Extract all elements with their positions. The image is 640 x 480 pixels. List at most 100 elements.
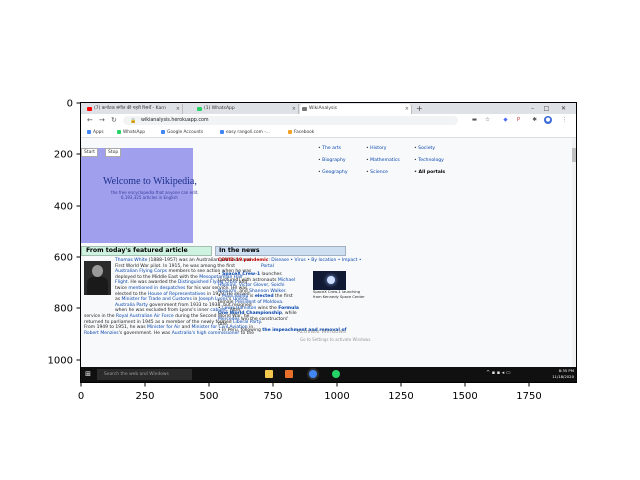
portal-all-portals[interactable]: • All portals bbox=[414, 170, 445, 175]
lock-icon: 🔒 bbox=[130, 118, 137, 124]
spacex-caption: SpaceX Crew-1 launching from Kennedy Spa… bbox=[313, 290, 365, 299]
portal-the-arts[interactable]: • The arts bbox=[318, 146, 341, 151]
close-icon[interactable]: × bbox=[405, 104, 409, 114]
article-link[interactable]: mentioned in despatches bbox=[128, 286, 185, 291]
clock[interactable]: 8:35 PM 11/18/2020 bbox=[552, 368, 574, 379]
article-link[interactable]: Victor Glover bbox=[239, 283, 268, 288]
back-icon[interactable]: ← bbox=[87, 115, 93, 126]
menu-icon[interactable]: ⋮ bbox=[561, 116, 568, 124]
close-window-button[interactable]: ✕ bbox=[556, 103, 571, 114]
start-button[interactable]: Start bbox=[81, 148, 98, 157]
globe-icon bbox=[302, 107, 307, 111]
tab-karnatak[interactable]: (7) कर्नाटक संगीत की गहरी रिसर्चें - Kar… bbox=[85, 104, 183, 114]
y-tick-label: 800 bbox=[54, 304, 73, 315]
y-tick-label: 400 bbox=[54, 202, 73, 213]
stop-button[interactable]: Stop bbox=[105, 148, 122, 157]
article-link[interactable]: Royal Australian Air Force bbox=[116, 314, 174, 319]
windows-start-icon[interactable]: ⊞ bbox=[84, 370, 92, 378]
article-link[interactable]: Robert Menzies bbox=[84, 331, 119, 336]
text-run: female bbox=[218, 300, 235, 305]
y-tick-label: 200 bbox=[54, 150, 73, 161]
text-run: twice bbox=[115, 286, 129, 291]
tab-whatsapp[interactable]: (1) WhatsApp × bbox=[195, 104, 299, 114]
bookmark-google-accounts[interactable]: Google Accounts bbox=[161, 127, 203, 138]
article-link[interactable]: House of Representatives bbox=[148, 292, 206, 297]
taskbar-search-input[interactable]: Search the web and Windows bbox=[97, 369, 192, 380]
bookmark-label: Apps bbox=[93, 130, 104, 135]
portal-label: The arts bbox=[322, 146, 342, 151]
minimize-button[interactable]: – bbox=[525, 103, 540, 114]
whatsapp-icon bbox=[197, 107, 202, 111]
new-tab-button[interactable]: + bbox=[416, 103, 423, 114]
whatsapp-icon[interactable] bbox=[332, 370, 340, 378]
portal-geography[interactable]: • Geography bbox=[318, 170, 348, 175]
portal-label: Society bbox=[418, 146, 436, 151]
tab-wikianalysis[interactable]: WikiAnalysis × bbox=[300, 104, 412, 114]
maximize-button[interactable]: □ bbox=[539, 103, 554, 114]
article-link[interactable]: SpaceX Crew-1 bbox=[222, 272, 260, 277]
whatsapp-icon bbox=[117, 129, 121, 134]
avatar[interactable]: ● bbox=[544, 116, 552, 124]
close-icon[interactable]: × bbox=[292, 104, 296, 114]
portal-label: Geography bbox=[322, 170, 348, 175]
featured-portrait[interactable] bbox=[84, 261, 111, 295]
article-link[interactable]: elected bbox=[255, 294, 274, 299]
text-run: title. bbox=[218, 322, 229, 328]
tab-bar: (7) कर्नाटक संगीत की गहरी रिसर्चें - Kar… bbox=[81, 103, 576, 114]
scrollbar[interactable] bbox=[572, 138, 576, 367]
puzzle-icon[interactable]: ✱ bbox=[531, 116, 538, 124]
reload-icon[interactable]: ↻ bbox=[111, 115, 117, 126]
article-link[interactable]: One World Championship bbox=[218, 311, 282, 316]
portal-biography[interactable]: • Biography bbox=[318, 158, 346, 163]
screenshot: (7) कर्नाटक संगीत की गहरी रिसर्चें - Kar… bbox=[81, 103, 576, 382]
text-run: . He was awarded the bbox=[127, 280, 178, 286]
url-input[interactable]: 🔒 wikianalysis.herokuapp.com bbox=[123, 116, 458, 125]
article-link[interactable]: Hopkins bbox=[218, 283, 236, 288]
page-content: Start Stop Welcome to Wikipedia, the fre… bbox=[81, 138, 576, 367]
tab-label: WikiAnalysis bbox=[309, 106, 337, 111]
portal-society[interactable]: • Society bbox=[414, 146, 435, 151]
y-tick-label: 1000 bbox=[48, 356, 73, 367]
extension-icon[interactable]: ◆ bbox=[502, 116, 509, 124]
bookmark-whatsapp[interactable]: WhatsApp bbox=[117, 127, 145, 138]
forward-icon[interactable]: → bbox=[99, 115, 105, 126]
portal-technology[interactable]: • Technology bbox=[414, 158, 444, 163]
youtube-icon bbox=[87, 107, 92, 111]
portal-label: All portals bbox=[418, 170, 446, 175]
bookmark-rangoli[interactable]: easy rangoli.com -... bbox=[220, 127, 270, 138]
article-link[interactable]: Formula bbox=[278, 306, 299, 311]
article-link[interactable]: Australian Flying Corps bbox=[115, 269, 167, 274]
article-link[interactable]: Lewis Hamilton bbox=[222, 306, 256, 311]
article-link[interactable]: Soichi bbox=[271, 283, 284, 288]
chrome-icon[interactable] bbox=[309, 370, 317, 378]
bookmark-facebook[interactable]: Facebook bbox=[288, 127, 314, 138]
extension-icon[interactable]: P bbox=[515, 116, 522, 124]
office-icon[interactable] bbox=[285, 370, 293, 378]
article-link[interactable]: Flight bbox=[115, 280, 128, 285]
article-link[interactable]: Maia Sandu bbox=[222, 294, 248, 299]
bookmark-apps[interactable]: Apps bbox=[87, 127, 104, 138]
portal-science[interactable]: • Science bbox=[366, 170, 388, 175]
star-icon[interactable]: ☆ bbox=[484, 116, 491, 124]
article-link[interactable]: Thomas White bbox=[115, 258, 147, 263]
close-icon[interactable]: × bbox=[176, 104, 180, 114]
activate-windows-watermark: Activate Windows bbox=[297, 329, 346, 335]
file-explorer-icon[interactable] bbox=[265, 370, 273, 378]
x-tick-label: 0 bbox=[78, 391, 84, 402]
portal-mathematics[interactable]: • Mathematics bbox=[366, 158, 400, 163]
article-link[interactable]: Minister for Air bbox=[147, 325, 180, 330]
portal-history[interactable]: • History bbox=[366, 146, 387, 151]
system-tray-icons[interactable]: ^ ▪ ▪ ◂ ▭ bbox=[486, 370, 511, 376]
text-line: Mercedes win the constructors' bbox=[218, 317, 288, 323]
rocket-flame bbox=[327, 276, 335, 284]
bookmarks-bar: Apps WhatsApp Google Accounts easy rango… bbox=[81, 127, 576, 138]
camera-icon[interactable]: ▬ bbox=[471, 116, 478, 124]
article-link[interactable]: Minister for Trade and Customs bbox=[122, 297, 192, 302]
bookmark-label: Google Accounts bbox=[167, 130, 204, 135]
article-link[interactable]: President of Moldova bbox=[235, 300, 282, 305]
scrollbar-thumb[interactable] bbox=[572, 148, 576, 162]
spacex-launch-image[interactable] bbox=[313, 271, 346, 290]
text-run: wins the bbox=[256, 305, 279, 311]
article-link[interactable]: Michael bbox=[278, 278, 295, 283]
x-tick-label: 750 bbox=[263, 391, 282, 402]
